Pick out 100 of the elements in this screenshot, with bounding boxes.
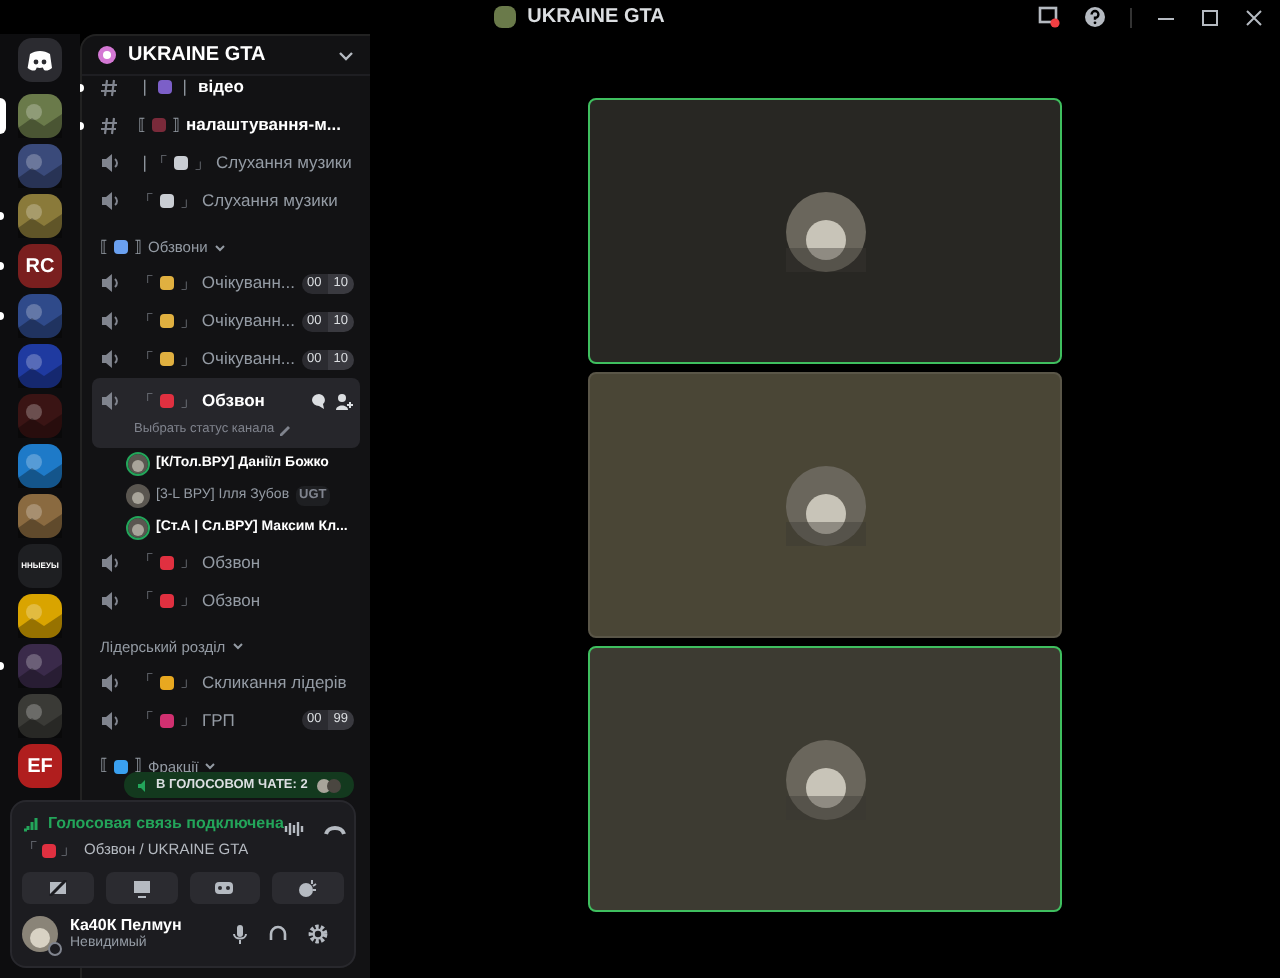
connection-status[interactable]: Голосовая связь подключена: [48, 812, 284, 836]
bracket: 「: [138, 670, 154, 695]
hash-icon: [100, 115, 118, 135]
avatar: [785, 465, 865, 545]
hash-icon: [100, 77, 118, 97]
bracket: ❘: [138, 75, 152, 99]
bracket: 「: [138, 189, 154, 213]
gamepad-icon: [214, 880, 235, 896]
server-icon[interactable]: [18, 594, 62, 638]
bracket: ⟦: [138, 113, 146, 137]
bracket: 「: [138, 550, 154, 575]
channel-name[interactable]: Очікуванн...: [201, 270, 296, 296]
server-icon[interactable]: RC: [18, 244, 62, 288]
window-title: UKRAINE GTA: [527, 4, 665, 32]
soundboard-icon: [298, 878, 319, 898]
bracket: 」: [180, 189, 196, 213]
speaker-icon: [100, 272, 118, 294]
server-icon[interactable]: [18, 294, 62, 338]
bracket: 」: [194, 151, 210, 175]
speaking-video-tile[interactable]: [588, 646, 1062, 912]
server-icon[interactable]: [18, 494, 62, 538]
channel-name[interactable]: налаштування-м...: [186, 112, 354, 138]
bracket: 」: [179, 309, 196, 333]
video-tile[interactable]: [588, 372, 1062, 638]
bracket: 」: [180, 588, 196, 613]
bracket: ⟦: [100, 754, 108, 779]
chevron-icon: [213, 241, 226, 253]
bracket: 「: [137, 271, 154, 295]
guild-icon: [98, 46, 116, 64]
bracket: 「: [137, 347, 154, 371]
screen-icon: [131, 879, 152, 897]
speaker-icon: [100, 589, 118, 612]
signal-icon: [22, 816, 40, 832]
speaker-icon: [100, 671, 118, 694]
bracket: 」: [180, 550, 196, 575]
server-icon[interactable]: [18, 144, 62, 188]
microphone-icon[interactable]: [232, 924, 248, 944]
maximize-icon[interactable]: [1200, 7, 1220, 27]
camera-off-icon: [47, 880, 68, 896]
bracket: ⟧: [172, 113, 180, 137]
channel-name[interactable]: Обзвон: [202, 587, 354, 614]
server-icon[interactable]: [18, 444, 62, 488]
disconnect-icon[interactable]: [323, 823, 346, 835]
settings-icon[interactable]: [308, 924, 328, 944]
speaker-icon: [100, 348, 118, 370]
channel-name[interactable]: Обзвон: [202, 549, 354, 576]
avatar: [785, 739, 865, 819]
bracket: 「: [138, 389, 154, 413]
bracket: ⟧: [134, 235, 142, 259]
speaker-icon: [100, 310, 118, 332]
help-icon[interactable]: [1084, 6, 1106, 28]
bracket: 」: [180, 708, 196, 733]
chevron-icon: [204, 760, 217, 773]
channel-name[interactable]: Очікуванн...: [201, 308, 296, 334]
server-icon[interactable]: [18, 94, 62, 138]
camera-button[interactable]: [22, 872, 94, 904]
channel-name[interactable]: ГРП: [202, 707, 296, 734]
chevron-icon[interactable]: [338, 47, 354, 63]
avatar[interactable]: [22, 916, 58, 952]
username[interactable]: Ка40К Пелмун: [70, 917, 220, 936]
headphones-icon[interactable]: [268, 924, 288, 944]
server-icon[interactable]: EF: [18, 744, 62, 788]
channel-name[interactable]: Слухання музики: [202, 188, 354, 214]
bracket: 「: [138, 588, 154, 613]
channel-name[interactable]: відео: [198, 74, 354, 100]
channel-name[interactable]: Скликання лідерів: [202, 669, 354, 696]
speaker-icon: [100, 190, 118, 212]
speaker-icon: [100, 390, 118, 412]
status-indicator: [48, 942, 62, 956]
bracket: 「: [138, 708, 154, 733]
noise-suppression-icon[interactable]: [283, 820, 304, 838]
channel-name[interactable]: Очікуванн...: [201, 346, 296, 372]
channel-name[interactable]: Обзвон: [202, 388, 304, 414]
soundboard-button[interactable]: [272, 872, 344, 904]
server-name[interactable]: UKRAINE GTA: [128, 40, 326, 70]
chat-icon: [310, 392, 328, 410]
bracket: 「: [22, 838, 38, 862]
screen-share-button[interactable]: [105, 872, 177, 904]
bracket: 」: [179, 347, 196, 371]
bracket: ⟦: [100, 235, 108, 259]
bracket: ❘: [178, 75, 192, 99]
bracket: 「: [137, 309, 154, 333]
speaker-icon: [100, 551, 118, 574]
bracket: 」: [180, 389, 196, 413]
server-icon: [493, 6, 516, 28]
close-icon[interactable]: [1244, 7, 1264, 27]
speaker-icon: [136, 777, 148, 793]
activity-button[interactable]: [189, 872, 261, 904]
discord-logo[interactable]: [18, 38, 62, 82]
chevron-icon: [231, 640, 244, 653]
avatars-icon: [315, 777, 342, 793]
avatar: [785, 191, 865, 271]
speaker-icon: [100, 709, 118, 732]
speaker-icon: [100, 152, 118, 174]
server-icon[interactable]: [18, 194, 62, 238]
channel-name[interactable]: Слухання музики: [216, 150, 354, 176]
inbox-icon[interactable]: [1038, 6, 1060, 28]
speaking-video-tile[interactable]: [588, 98, 1062, 364]
bracket: ❘「: [138, 151, 168, 175]
pencil-icon: [278, 422, 293, 437]
